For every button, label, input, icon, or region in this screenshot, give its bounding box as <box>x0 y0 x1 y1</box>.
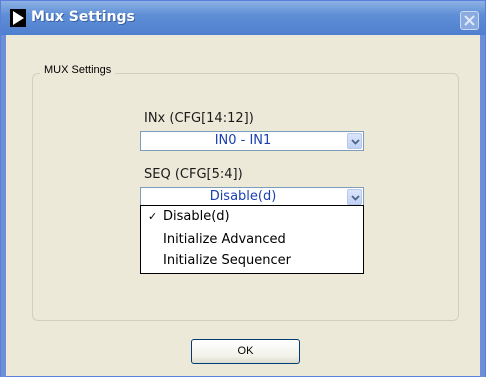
seq-option-label: Disable(d) <box>163 209 230 224</box>
seq-select-value: Disable(d) <box>209 189 277 204</box>
inx-label: INx (CFG[14:12]) <box>144 111 254 126</box>
window-border-left <box>1 35 6 377</box>
inx-select[interactable]: IN0 - IN1 <box>140 131 364 151</box>
seq-option-label: Initialize Advanced <box>163 232 286 247</box>
ok-button[interactable]: OK <box>191 339 300 364</box>
chevron-down-icon[interactable] <box>347 133 362 149</box>
window-title: Mux Settings <box>31 9 135 25</box>
inx-select-value: IN0 - IN1 <box>214 133 272 148</box>
seq-option-disable[interactable]: ✓ Disable(d) <box>141 207 363 227</box>
group-legend: MUX Settings <box>40 64 116 76</box>
seq-dropdown-list: ✓ Disable(d) Initialize Advanced Initial… <box>140 205 364 274</box>
chevron-down-icon[interactable] <box>347 189 362 205</box>
title-bar[interactable]: Mux Settings <box>1 1 485 35</box>
check-icon: ✓ <box>148 210 158 223</box>
close-icon[interactable] <box>460 11 479 30</box>
seq-option-initialize-sequencer[interactable]: Initialize Sequencer <box>141 251 363 271</box>
window-border-right <box>480 35 485 377</box>
seq-select[interactable]: Disable(d) <box>140 187 364 207</box>
play-triangle-icon <box>10 9 26 27</box>
seq-label: SEQ (CFG[5:4]) <box>144 167 243 182</box>
seq-option-label: Initialize Sequencer <box>163 253 292 268</box>
seq-option-initialize-advanced[interactable]: Initialize Advanced <box>141 230 363 250</box>
